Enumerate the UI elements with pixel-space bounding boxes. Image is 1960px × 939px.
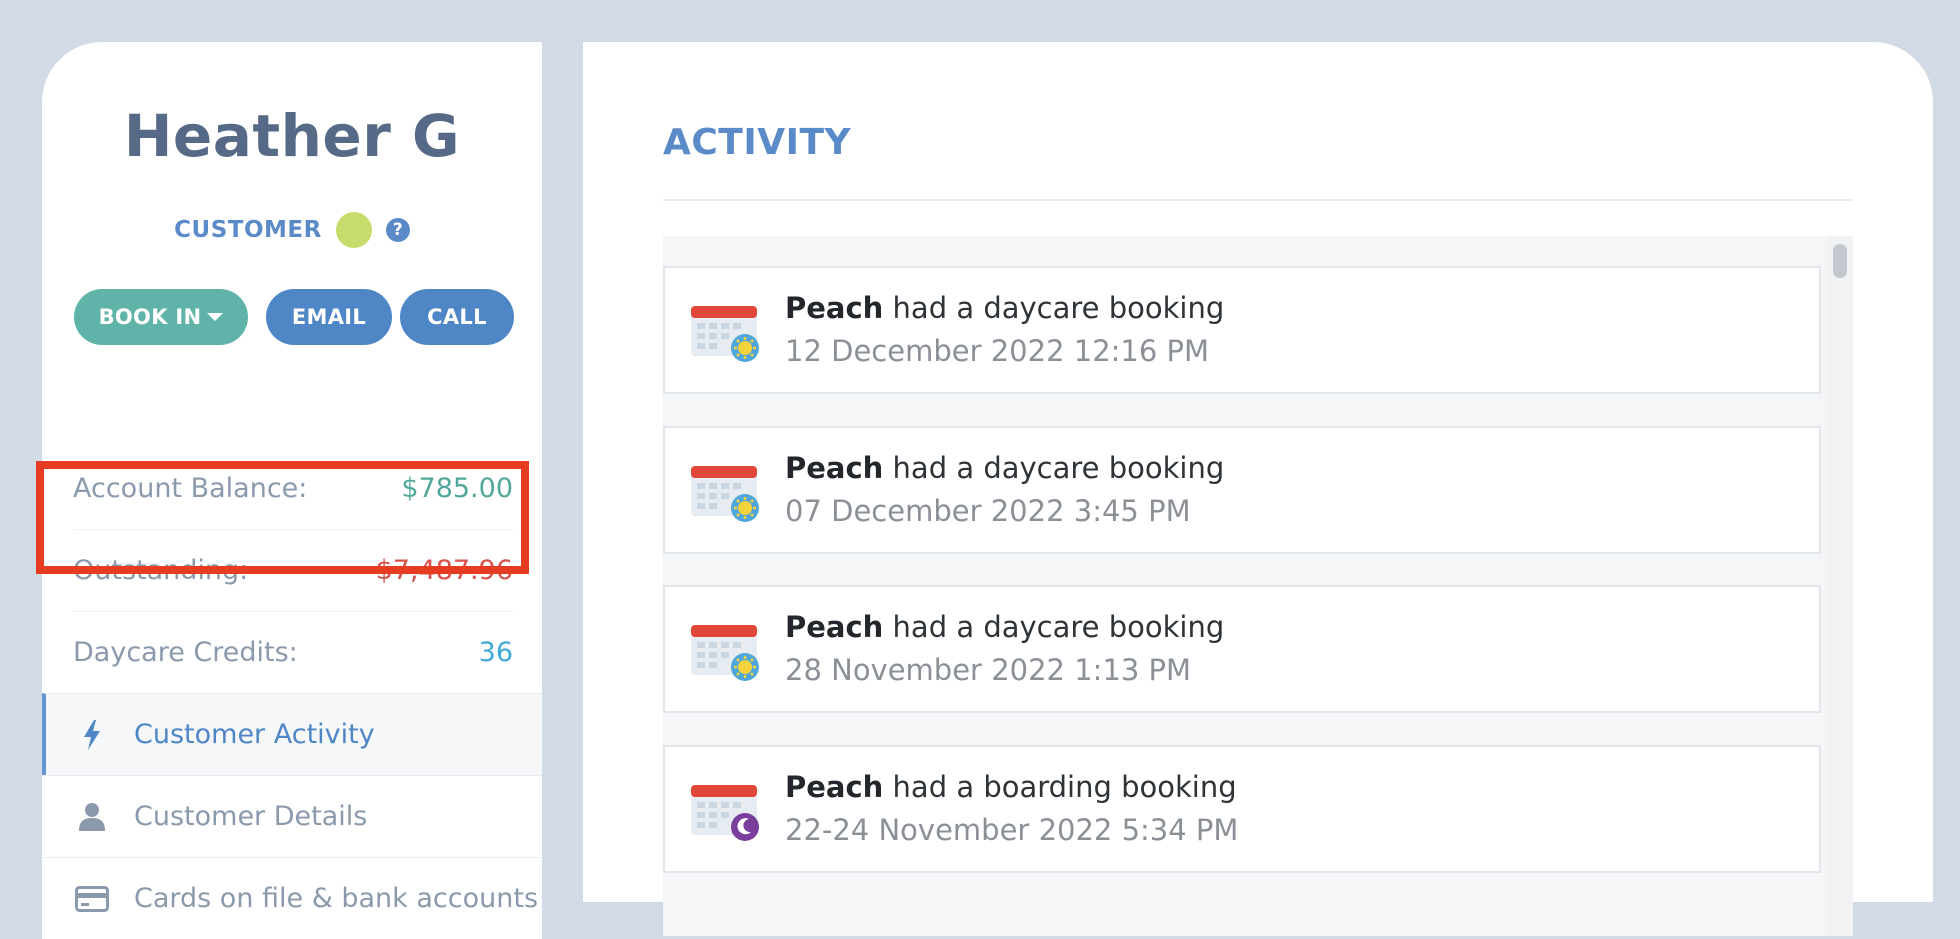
daycare-credits-value: 36 [478, 636, 513, 668]
customer-name: Heather G [123, 102, 461, 170]
activity-date: 07 December 2022 3:45 PM [785, 494, 1191, 528]
nav-item-cards-bank-accounts[interactable]: Cards on file & bank accounts [42, 857, 542, 939]
activity-description: had a boarding booking [892, 770, 1237, 804]
email-button[interactable]: EMAIL [266, 289, 392, 345]
credit-card-icon [72, 885, 112, 912]
activity-item[interactable]: Peach had a daycare booking 12 December … [663, 266, 1821, 394]
activity-pet-name: Peach [785, 291, 884, 325]
customer-role-label: CUSTOMER [174, 217, 322, 243]
activity-description: had a daycare booking [892, 451, 1225, 485]
activity-item[interactable]: Peach had a boarding booking 22-24 Novem… [663, 745, 1821, 873]
nav-item-customer-details[interactable]: Customer Details [42, 775, 542, 857]
help-icon[interactable]: ? [385, 218, 410, 242]
activity-title: ACTIVITY [663, 122, 852, 163]
activity-item[interactable]: Peach had a daycare booking 28 November … [663, 585, 1821, 713]
caret-down-icon [207, 313, 224, 321]
book-in-button[interactable]: BOOK IN [74, 289, 248, 345]
outstanding-highlight-box [36, 461, 529, 574]
nav-item-label: Customer Details [134, 801, 368, 832]
title-divider [663, 199, 1853, 201]
call-label: CALL [427, 305, 487, 329]
status-dot-icon [335, 212, 372, 248]
daycare-credits-row: Daycare Credits: 36 [73, 611, 513, 693]
activity-text: Peach had a boarding booking 22-24 Novem… [785, 766, 1238, 852]
nav-item-label: Cards on file & bank accounts [134, 883, 539, 914]
activity-description: had a daycare booking [892, 291, 1225, 325]
book-in-label: BOOK IN [98, 305, 202, 329]
activity-panel: ACTIVITY Peach had a daycare booking 12 … [583, 42, 1933, 936]
email-label: EMAIL [291, 305, 367, 329]
activity-item[interactable]: Peach had a daycare booking 07 December … [663, 426, 1821, 554]
activity-text: Peach had a daycare booking 12 December … [785, 287, 1224, 373]
activity-date: 22-24 November 2022 5:34 PM [785, 813, 1239, 847]
call-button[interactable]: CALL [400, 289, 514, 345]
feed-scrollbar[interactable] [1827, 236, 1853, 936]
person-icon [72, 802, 112, 831]
calendar-daycare-icon [689, 617, 761, 681]
activity-pet-name: Peach [785, 610, 884, 644]
calendar-daycare-icon [689, 298, 761, 362]
activity-text: Peach had a daycare booking 28 November … [785, 606, 1224, 692]
activity-date: 12 December 2022 12:16 PM [785, 334, 1210, 368]
activity-feed[interactable]: Peach had a daycare booking 12 December … [663, 236, 1853, 936]
scrollbar-thumb[interactable] [1833, 244, 1847, 278]
nav-item-label: Customer Activity [134, 719, 375, 750]
calendar-daycare-icon [689, 458, 761, 522]
activity-description: had a daycare booking [892, 610, 1225, 644]
activity-text: Peach had a daycare booking 07 December … [785, 447, 1224, 533]
activity-pet-name: Peach [785, 770, 884, 804]
calendar-boarding-icon [689, 777, 761, 841]
daycare-credits-label: Daycare Credits: [73, 636, 298, 668]
activity-date: 28 November 2022 1:13 PM [785, 653, 1192, 687]
nav-item-customer-activity[interactable]: Customer Activity [42, 693, 542, 775]
lightning-icon [72, 719, 112, 750]
activity-pet-name: Peach [785, 451, 884, 485]
customer-role-row: CUSTOMER ? [42, 212, 542, 248]
